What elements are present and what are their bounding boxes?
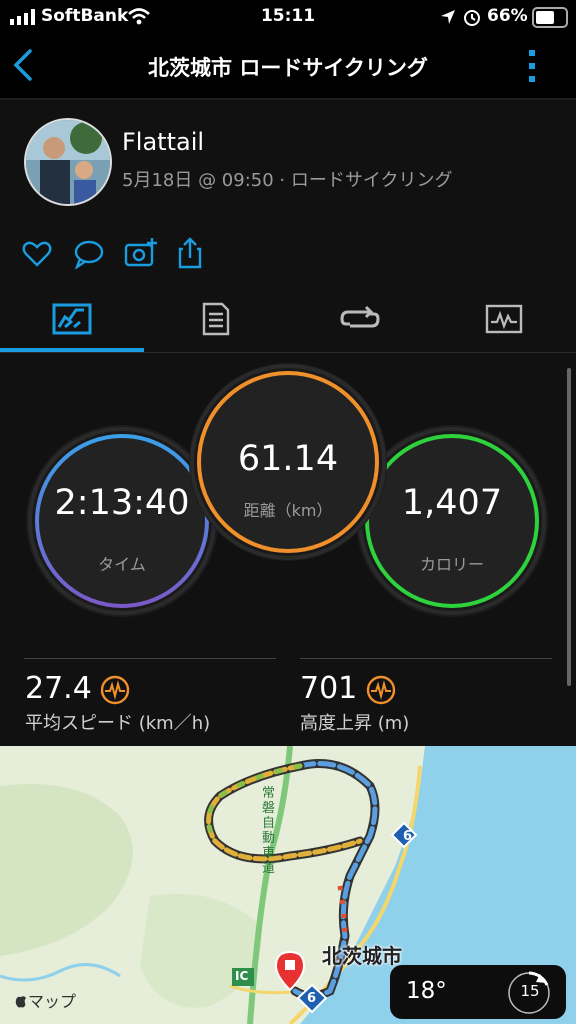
activity-date-type: 5月18日 @ 09:50 · ロードサイクリング <box>122 170 453 191</box>
share-icon[interactable] <box>178 236 204 270</box>
distance-value: 61.14 <box>237 439 339 479</box>
battery-icon <box>532 7 568 28</box>
comment-icon[interactable] <box>73 239 105 269</box>
graph-icon <box>485 304 523 334</box>
activity-tabs <box>0 286 576 353</box>
wind-speed: 15 <box>520 982 540 1000</box>
page-title: 北茨城市 ロードサイクリング <box>148 56 428 80</box>
divider <box>300 658 552 659</box>
user-name[interactable]: Flattail <box>122 128 204 156</box>
distance-circle: 61.14 距離（km） <box>189 363 387 561</box>
tab-active-indicator <box>0 348 144 352</box>
avg-speed-label: 平均スピード (km／h) <box>25 713 211 734</box>
tab-graphs[interactable] <box>432 286 576 352</box>
like-heart-icon[interactable] <box>22 240 52 268</box>
activity-header: Flattail 5月18日 @ 09:50 · ロードサイクリング <box>0 100 576 225</box>
scrollbar[interactable] <box>567 368 571 686</box>
route-6-badge: 6 <box>403 829 413 844</box>
avg-speed-value: 27.4 <box>25 671 92 706</box>
avatar[interactable] <box>24 118 112 206</box>
pulse-badge-icon <box>100 675 130 705</box>
status-bar: SoftBank 15:11 66% <box>0 0 576 34</box>
distance-label: 距離（km） <box>243 501 333 520</box>
elevation-value: 701 <box>300 671 358 706</box>
pulse-badge-icon <box>366 675 396 705</box>
details-document-icon <box>202 302 230 336</box>
tab-summary[interactable] <box>0 286 144 352</box>
location-arrow-icon <box>441 10 455 24</box>
map-city-label: 北茨城市 <box>322 944 402 968</box>
battery-percent: 66% <box>487 6 528 26</box>
expressway-label: 常磐自動車道 <box>262 786 276 876</box>
apple-logo-icon <box>15 993 26 1008</box>
tab-details[interactable] <box>144 286 288 352</box>
route-6-badge: 6 <box>307 991 317 1006</box>
add-photo-icon[interactable] <box>124 237 158 269</box>
more-options-icon[interactable] <box>524 48 540 84</box>
summary-chart-icon <box>52 303 92 335</box>
temperature: 18° <box>406 978 447 1004</box>
alarm-icon <box>464 10 480 26</box>
ic-label: IC <box>235 969 249 983</box>
map-credit-text: マップ <box>28 992 77 1011</box>
action-bar <box>0 224 576 287</box>
tab-laps[interactable] <box>288 286 432 352</box>
elevation-label: 高度上昇 (m) <box>300 713 410 734</box>
nav-bar: 北茨城市 ロードサイクリング <box>0 34 576 100</box>
divider <box>24 658 276 659</box>
laps-loop-icon <box>340 305 380 328</box>
stats-panel: 2:13:40 タイム 1,407 カロリー 61.14 距離（km） 27.4… <box>0 353 576 746</box>
map-credit: マップ <box>14 988 76 1012</box>
